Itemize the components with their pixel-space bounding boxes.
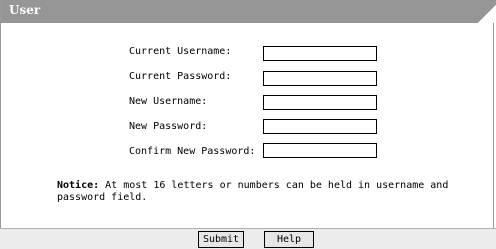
- help-button[interactable]: Help: [264, 231, 314, 248]
- new-password-label: New Password:: [129, 121, 208, 132]
- notice-body: At most 16 letters or numbers can be hel…: [57, 180, 449, 203]
- button-bar: [0, 228, 496, 249]
- user-panel: User Current Username: Current Password:…: [0, 0, 496, 249]
- notice-text: Notice: At most 16 letters or numbers ca…: [57, 180, 457, 204]
- panel-title: User: [9, 3, 41, 17]
- titlebar-corner-decoration: [477, 0, 496, 23]
- confirm-new-password-label: Confirm New Password:: [129, 146, 256, 157]
- current-password-label: Current Password:: [129, 71, 232, 82]
- new-password-field[interactable]: [263, 119, 377, 134]
- new-username-field[interactable]: [263, 95, 377, 110]
- panel-titlebar: User: [1, 0, 496, 23]
- submit-button[interactable]: Submit: [198, 231, 244, 248]
- current-password-field[interactable]: [263, 71, 377, 86]
- current-username-label: Current Username:: [129, 46, 232, 57]
- notice-prefix: Notice:: [57, 180, 100, 191]
- confirm-new-password-field[interactable]: [263, 143, 377, 158]
- new-username-label: New Username:: [129, 96, 208, 107]
- current-username-field[interactable]: [263, 46, 377, 61]
